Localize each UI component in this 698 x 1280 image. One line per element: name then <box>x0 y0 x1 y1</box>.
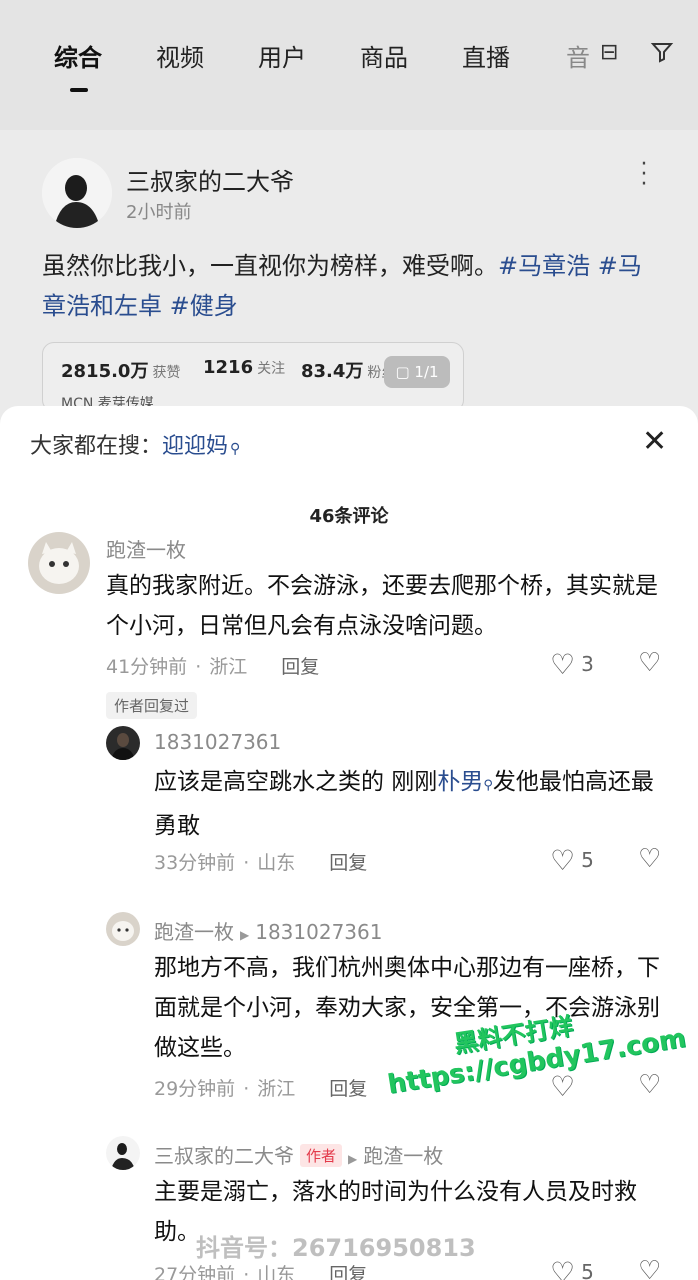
reply-to-arrow-icon: ▶ <box>348 1152 358 1166</box>
hashtag[interactable]: #马章浩 <box>498 252 590 280</box>
commenter-name[interactable]: 三叔家的二大爷 作者 ▶ 跑渣一枚 <box>154 1140 443 1169</box>
reply-button[interactable]: 回复 <box>329 1078 367 1100</box>
commenter-name[interactable]: 跑渣一枚 ▶ 1831027361 <box>154 916 382 945</box>
reply-button[interactable]: 回复 <box>329 852 367 874</box>
post-time: 2小时前 <box>126 202 192 223</box>
stat-following: 1216 关注 <box>203 357 286 378</box>
comment-count: 46条评论 <box>309 506 389 527</box>
post-body: 虽然你比我小，一直视你为榜样，难受啊。 <box>42 252 498 280</box>
tab-goods[interactable]: 商品 <box>360 38 408 73</box>
comment-sheet: 大家都在搜：迎迎妈 ⚲ ✕ 46条评论 跑渣一枚 真的我家附近。不会游泳，还要去爬… <box>0 406 698 1280</box>
heart-icon: ♡ <box>550 1256 576 1280</box>
dislike-icon[interactable]: ♡ <box>638 648 661 678</box>
commenter-avatar[interactable] <box>28 532 90 594</box>
more-icon[interactable]: · · · <box>636 154 652 196</box>
suggested-search-term[interactable]: 迎迎妈 <box>162 434 228 459</box>
search-icon: ⚲ <box>483 778 493 793</box>
tab-music[interactable]: 音 <box>566 38 590 73</box>
tab-video[interactable]: 视频 <box>156 38 204 73</box>
comment-text: 应该是高空跳水之类的 刚刚朴男⚲发他最怕高还最勇敢 <box>154 769 654 839</box>
tab-all[interactable]: 综合 <box>54 38 102 73</box>
image-pager: ▢ 1/1 <box>384 356 450 388</box>
like-button[interactable]: ♡ 3 <box>550 648 594 681</box>
heart-icon: ♡ <box>550 648 576 681</box>
search-icon: ⚲ <box>230 441 241 457</box>
commenter-name[interactable]: 1831027361 <box>154 730 281 754</box>
author-replied-badge: 作者回复过 <box>106 692 198 719</box>
tab-live[interactable]: 直播 <box>462 38 510 73</box>
stat-fans: 83.4万 粉丝 <box>301 361 396 382</box>
grid-icon[interactable]: ⊟ <box>600 40 618 65</box>
commenter-avatar[interactable] <box>106 912 140 946</box>
comment-meta: 33分钟前 · 山东 回复 <box>154 852 368 874</box>
like-button[interactable]: ♡ <box>550 1070 581 1103</box>
dislike-icon[interactable]: ♡ <box>638 844 661 874</box>
post-card: 三叔家的二大爷 2小时前 · · · 虽然你比我小，一直视你为榜样，难受啊。#马章浩… <box>0 130 698 430</box>
commenter-name[interactable]: 跑渣一枚 <box>106 534 186 563</box>
stat-likes: 2815.0万 获赞 <box>61 361 181 382</box>
author-badge: 作者 <box>300 1144 343 1167</box>
comment-meta: 29分钟前 · 浙江 回复 <box>154 1078 368 1100</box>
comment-meta: 27分钟前 · 山东 回复 <box>154 1260 367 1280</box>
like-button[interactable]: ♡ 5 <box>550 1256 594 1280</box>
comment-text: 真的我家附近。不会游泳，还要去爬那个桥，其实就是个小河，日常但凡会有点泳没啥问题… <box>106 573 658 639</box>
filter-icon[interactable] <box>650 40 674 70</box>
search-suggestion[interactable]: 大家都在搜：迎迎妈 ⚲ <box>30 428 240 460</box>
search-tabs: 综合 视频 用户 商品 直播 音 ⊟ <box>0 0 698 110</box>
dislike-icon[interactable]: ♡ <box>638 1070 661 1100</box>
active-tab-indicator <box>70 88 88 92</box>
commenter-avatar[interactable] <box>106 726 140 760</box>
tab-users[interactable]: 用户 <box>258 38 306 73</box>
heart-icon: ♡ <box>550 1070 576 1103</box>
post-text: 虽然你比我小，一直视你为榜样，难受啊。#马章浩 #马章浩和左卓 #健身 <box>42 246 662 326</box>
search-link[interactable]: 朴男 <box>437 769 483 795</box>
reply-button[interactable]: 回复 <box>329 1264 367 1280</box>
reply-button[interactable]: 回复 <box>281 656 319 678</box>
commenter-avatar[interactable] <box>106 1136 140 1170</box>
close-icon[interactable]: ✕ <box>642 424 667 460</box>
comment-meta: 41分钟前 · 浙江 回复 <box>106 656 320 678</box>
like-button[interactable]: ♡ 5 <box>550 844 594 877</box>
douyin-id-watermark: 抖音号：26716950813 <box>196 1234 476 1262</box>
author-avatar[interactable] <box>42 158 112 228</box>
heart-icon: ♡ <box>550 844 576 877</box>
post-author-name[interactable]: 三叔家的二大爷 <box>126 162 294 197</box>
dislike-icon[interactable]: ♡ <box>638 1256 661 1280</box>
hashtag[interactable]: #健身 <box>170 292 238 320</box>
reply-to-arrow-icon: ▶ <box>240 928 250 942</box>
